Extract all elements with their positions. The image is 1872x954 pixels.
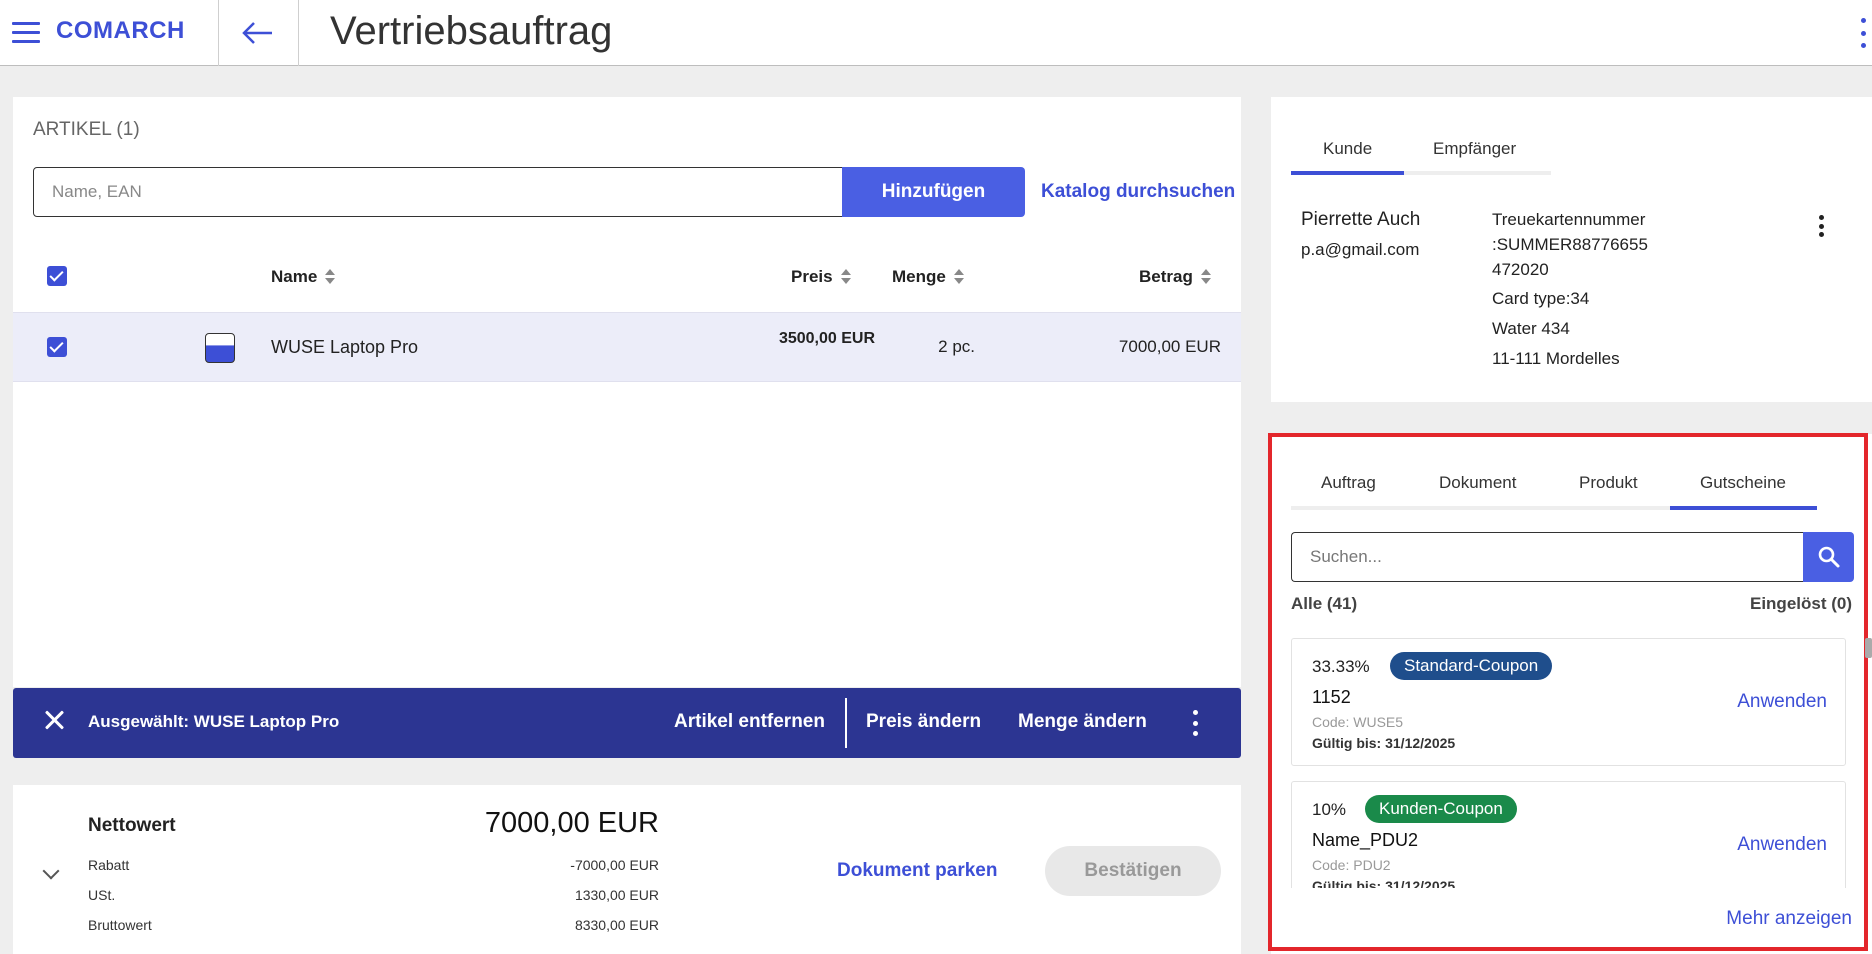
header-divider — [298, 0, 299, 66]
coupon-code: Code: WUSE5 — [1312, 714, 1404, 730]
coupon-search-input[interactable] — [1291, 532, 1803, 582]
coupon-name: 1152 — [1312, 687, 1351, 707]
coupon-validity: Gültig bis: 31/12/2025 — [1312, 735, 1456, 751]
filter-redeemed[interactable]: Eingelöst (0) — [1750, 594, 1852, 614]
page-title: Vertriebsauftrag — [330, 9, 613, 53]
tab-recipient[interactable]: Empfänger — [1433, 139, 1516, 159]
product-image — [205, 333, 235, 363]
coupon-percent: 33.33% — [1312, 657, 1370, 676]
add-button[interactable]: Hinzufügen — [842, 167, 1025, 217]
product-amount: 7000,00 EUR — [1118, 337, 1221, 356]
selection-divider — [845, 698, 847, 748]
more-actions-icon[interactable] — [1190, 710, 1200, 736]
column-header-amount[interactable]: Betrag — [1139, 267, 1211, 287]
card-type: Card type:34 — [1492, 289, 1590, 308]
coupon-list: 33.33% Standard-Coupon 1152 Code: WUSE5 … — [1291, 638, 1846, 888]
column-header-price[interactable]: Preis — [791, 267, 851, 287]
vat-label: USt. — [88, 887, 116, 903]
more-options-icon[interactable] — [1858, 18, 1868, 48]
loyalty-card-label: Treuekartennummer — [1492, 210, 1646, 229]
coupon-code: Code: PDU2 — [1312, 857, 1391, 873]
column-header-name-label: Name — [271, 267, 318, 286]
show-more-link[interactable]: Mehr anzeigen — [1726, 908, 1852, 930]
customer-more-icon[interactable] — [1817, 215, 1825, 237]
tab-document[interactable]: Dokument — [1439, 473, 1516, 493]
column-header-qty[interactable]: Menge — [892, 267, 964, 287]
customer-email: p.a@gmail.com — [1301, 240, 1420, 259]
column-header-qty-label: Menge — [892, 267, 946, 286]
loyalty-card-number-cont: 472020 — [1492, 260, 1549, 279]
close-icon[interactable] — [43, 708, 67, 732]
coupon-type-badge: Kunden-Coupon — [1365, 795, 1517, 823]
top-bar: COMARCH Vertriebsauftrag — [0, 0, 1872, 66]
browse-catalog-link[interactable]: Katalog durchsuchen — [1041, 181, 1235, 203]
column-header-amount-label: Betrag — [1139, 267, 1193, 286]
customer-card: Kunde Empfänger Pierrette Auch p.a@gmail… — [1271, 97, 1872, 402]
product-price[interactable]: 3500,00 EUR — [779, 330, 875, 348]
active-tab-indicator — [1670, 506, 1817, 510]
loyalty-card-number: :SUMMER88776655 — [1492, 235, 1648, 254]
tab-product[interactable]: Produkt — [1579, 473, 1638, 493]
net-value: 7000,00 EUR — [484, 807, 659, 839]
tab-coupons[interactable]: Gutscheine — [1700, 473, 1786, 493]
search-button[interactable] — [1803, 532, 1854, 582]
change-price-button[interactable]: Preis ändern — [866, 711, 981, 733]
discount-value: -7000,00 EUR — [570, 857, 659, 873]
coupon-name: Name_PDU2 — [1312, 830, 1419, 850]
header-divider — [218, 0, 219, 66]
logo: COMARCH — [56, 17, 185, 44]
menu-icon[interactable] — [12, 22, 40, 44]
vat-value: 1330,00 EUR — [574, 887, 659, 903]
park-document-button[interactable]: Dokument parken — [837, 860, 997, 882]
selection-text: Ausgewählt: WUSE Laptop Pro — [88, 712, 340, 731]
discount-label: Rabatt — [88, 857, 130, 873]
customer-name-link[interactable]: Pierrette Auch — [1301, 207, 1420, 232]
product-name: WUSE Laptop Pro — [271, 337, 419, 357]
filter-all[interactable]: Alle (41) — [1291, 594, 1357, 614]
remove-item-button[interactable]: Artikel entfernen — [674, 711, 825, 733]
gross-value: 8330,00 EUR — [574, 917, 659, 933]
change-quantity-button[interactable]: Menge ändern — [1018, 711, 1147, 733]
totals-card: Nettowert 7000,00 EUR Rabatt -7000,00 EU… — [13, 785, 1241, 954]
back-arrow-icon[interactable] — [240, 16, 276, 50]
selection-bar: Ausgewählt: WUSE Laptop Pro Artikel entf… — [13, 688, 1241, 758]
tab-customer[interactable]: Kunde — [1323, 139, 1372, 159]
select-all-checkbox[interactable] — [47, 266, 67, 286]
chevron-down-icon[interactable] — [42, 862, 60, 880]
sort-icon[interactable] — [1200, 269, 1211, 285]
coupon-percent: 10% — [1312, 800, 1347, 819]
column-header-price-label: Preis — [791, 267, 833, 286]
column-header-name[interactable]: Name — [271, 267, 336, 287]
coupon-validity: Gültig bis: 31/12/2025 — [1312, 878, 1456, 888]
net-value-label: Nettowert — [88, 815, 176, 836]
coupon-type-badge: Standard-Coupon — [1390, 652, 1553, 680]
tab-order[interactable]: Auftrag — [1321, 473, 1376, 493]
address-street: Water 434 — [1492, 319, 1570, 338]
active-tab-indicator — [1291, 171, 1404, 175]
item-search-input[interactable] — [33, 167, 843, 217]
search-icon — [1818, 546, 1839, 568]
sort-icon[interactable] — [840, 269, 851, 285]
gross-label: Bruttowert — [88, 917, 152, 933]
coupons-card: Auftrag Dokument Produkt Gutscheine Alle… — [1271, 434, 1872, 954]
product-quantity[interactable]: 2 pc. — [938, 337, 975, 357]
row-checkbox[interactable] — [47, 337, 67, 357]
confirm-button[interactable]: Bestätigen — [1045, 846, 1221, 896]
table-row[interactable]: WUSE Laptop Pro 3500,00 EUR 2 pc. 7000,0… — [13, 312, 1241, 382]
sort-icon[interactable] — [953, 269, 964, 285]
items-card: ARTIKEL (1) Hinzufügen Katalog durchsuch… — [13, 97, 1241, 687]
apply-coupon-button[interactable]: Anwenden — [1737, 691, 1827, 713]
address-city: 11-111 Mordelles — [1492, 349, 1620, 368]
items-section-title: ARTIKEL (1) — [33, 119, 140, 140]
apply-coupon-button[interactable]: Anwenden — [1737, 834, 1827, 856]
scrollbar-handle[interactable] — [1865, 638, 1872, 658]
coupon-item: 33.33% Standard-Coupon 1152 Code: WUSE5 … — [1291, 638, 1846, 766]
coupon-item: 10% Kunden-Coupon Name_PDU2 Code: PDU2 G… — [1291, 781, 1846, 888]
sort-icon[interactable] — [325, 269, 336, 285]
